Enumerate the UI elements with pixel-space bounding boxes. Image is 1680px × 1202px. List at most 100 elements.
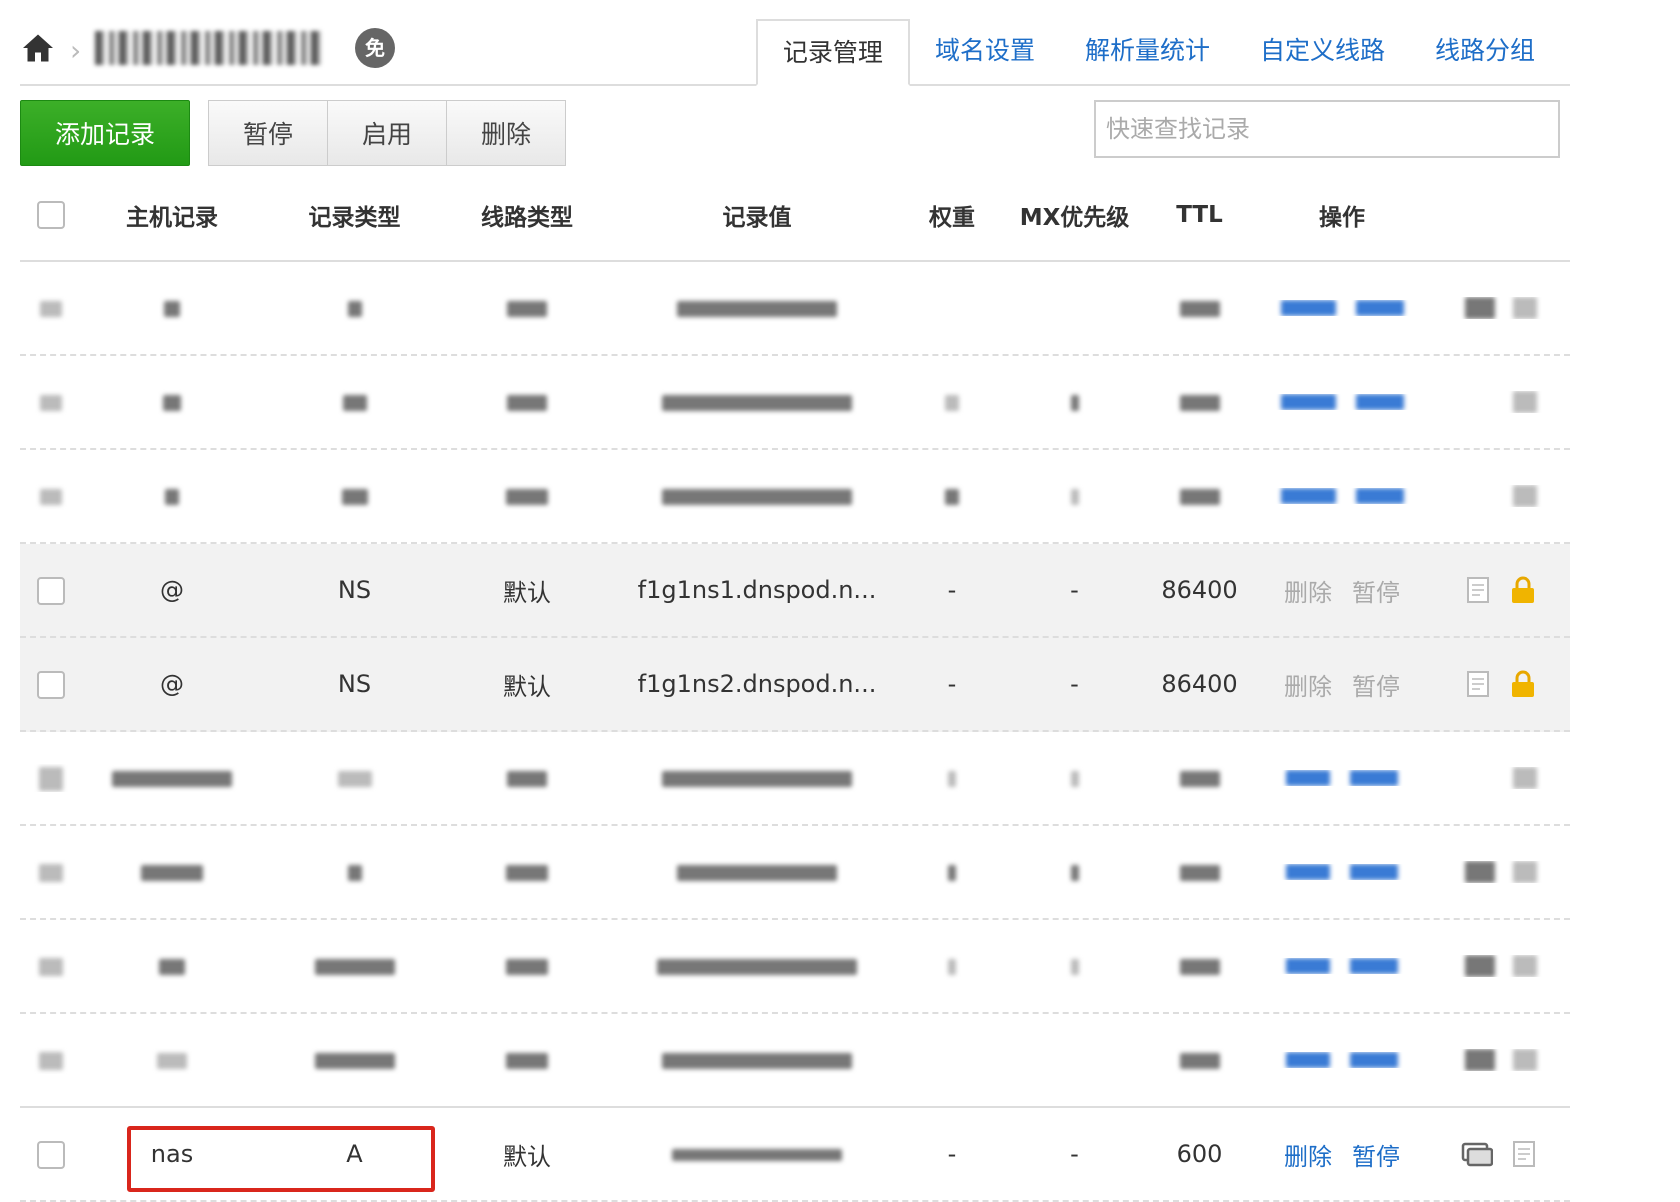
redacted-action[interactable] [1286, 864, 1330, 880]
redacted-text [677, 301, 837, 317]
tab-record-management[interactable]: 记录管理 [755, 19, 910, 86]
batch-action-group: 暂停 启用 删除 [208, 100, 566, 166]
redacted-action[interactable] [1350, 1052, 1398, 1068]
redacted-action[interactable] [1350, 958, 1398, 974]
redacted-icon[interactable] [1465, 297, 1495, 319]
redacted-text [948, 865, 956, 881]
home-icon[interactable] [20, 30, 56, 66]
table-row: @ NS 默认 f1g1ns1.dnspod.n... - - 86400 删除… [20, 544, 1570, 638]
col-mx-priority: MX优先级 [1019, 205, 1130, 231]
redacted-text [507, 301, 547, 317]
tab-line-groups[interactable]: 线路分组 [1410, 19, 1560, 86]
note-icon[interactable] [1465, 576, 1491, 604]
record-value-redacted [672, 1149, 842, 1161]
redacted-icon[interactable] [1513, 297, 1537, 319]
cell-weight: - [947, 1140, 957, 1168]
col-line-type: 线路类型 [481, 205, 573, 231]
cell-ttl: 600 [1176, 1140, 1223, 1168]
tab-resolution-stats[interactable]: 解析量统计 [1060, 19, 1235, 86]
row-checkbox[interactable] [37, 576, 65, 605]
cell-line: 默认 [503, 672, 551, 701]
row-checkbox[interactable] [37, 670, 65, 699]
redacted-icon[interactable] [1465, 955, 1495, 977]
redacted-text [1179, 301, 1220, 317]
redacted-text [1179, 489, 1220, 505]
domain-name-redacted [95, 31, 325, 65]
redacted-text [1070, 959, 1079, 975]
redacted-icon[interactable] [1513, 485, 1537, 507]
cell-line: 默认 [503, 578, 551, 607]
select-all-checkbox[interactable] [37, 201, 65, 229]
redacted-text [314, 1053, 395, 1069]
redacted-text [1070, 865, 1079, 881]
redacted-action[interactable] [1286, 770, 1330, 786]
monitor-icon[interactable] [1461, 1140, 1493, 1168]
toolbar: 添加记录 暂停 启用 删除 [20, 100, 1570, 170]
row-checkbox[interactable] [37, 1140, 65, 1169]
cell-weight: - [947, 576, 957, 604]
checkbox-redacted [39, 864, 63, 882]
cell-type: NS [337, 576, 372, 604]
note-icon[interactable] [1511, 1140, 1537, 1168]
col-weight: 权重 [929, 205, 975, 231]
redacted-text [1070, 395, 1079, 411]
redacted-icon[interactable] [1465, 861, 1495, 883]
cell-line: 默认 [503, 1142, 551, 1171]
redacted-text [1179, 1053, 1220, 1069]
table-row-redacted [20, 920, 1570, 1014]
redacted-text [1179, 865, 1220, 881]
redacted-text [342, 395, 367, 411]
breadcrumb-chevron-icon: › [70, 34, 82, 67]
redacted-action[interactable] [1355, 394, 1404, 410]
tab-domain-settings[interactable]: 域名设置 [910, 19, 1060, 86]
redacted-icon[interactable] [1513, 1049, 1537, 1071]
redacted-text [1179, 771, 1220, 787]
tab-bar: 记录管理 域名设置 解析量统计 自定义线路 线路分组 [755, 19, 1560, 86]
lock-icon [1512, 576, 1534, 603]
dns-record-panel: › 免 记录管理 域名设置 解析量统计 自定义线路 线路分组 添加记录 暂停 启… [20, 0, 1570, 1202]
redacted-action[interactable] [1280, 394, 1336, 410]
redacted-icon[interactable] [1513, 391, 1537, 413]
redacted-text [677, 865, 837, 881]
tab-custom-lines[interactable]: 自定义线路 [1235, 19, 1410, 86]
redacted-text [662, 771, 852, 787]
redacted-text [506, 865, 548, 881]
redacted-text [337, 771, 372, 787]
redacted-action[interactable] [1350, 770, 1398, 786]
redacted-text [948, 771, 956, 787]
top-bar: › 免 记录管理 域名设置 解析量统计 自定义线路 线路分组 [20, 0, 1570, 86]
checkbox-redacted [39, 1052, 63, 1070]
redacted-icon[interactable] [1465, 1049, 1495, 1071]
redacted-action[interactable] [1280, 488, 1336, 504]
lock-icon [1512, 670, 1534, 697]
pause-action[interactable]: 暂停 [1352, 1137, 1400, 1172]
cell-mx: - [1070, 670, 1079, 698]
redacted-text [157, 1053, 187, 1069]
delete-button[interactable]: 删除 [446, 100, 566, 166]
add-record-button[interactable]: 添加记录 [20, 100, 190, 166]
table-row-redacted [20, 1014, 1570, 1108]
pause-action: 暂停 [1352, 672, 1400, 701]
cell-value: f1g1ns2.dnspod.n... [637, 670, 877, 698]
delete-action[interactable]: 删除 [1284, 1137, 1332, 1172]
redacted-action[interactable] [1286, 958, 1330, 974]
note-icon[interactable] [1465, 670, 1491, 698]
table-row-redacted [20, 262, 1570, 356]
redacted-action[interactable] [1350, 864, 1398, 880]
redacted-action[interactable] [1286, 1052, 1330, 1068]
redacted-icon[interactable] [1513, 767, 1537, 789]
table-row: @ NS 默认 f1g1ns2.dnspod.n... - - 86400 删除… [20, 638, 1570, 732]
delete-action: 删除 [1284, 672, 1332, 701]
redacted-action[interactable] [1355, 300, 1404, 316]
redacted-text [141, 865, 203, 881]
cell-ttl: 86400 [1161, 670, 1238, 698]
enable-button[interactable]: 启用 [327, 100, 447, 166]
redacted-icon[interactable] [1513, 955, 1537, 977]
redacted-icon[interactable] [1513, 861, 1537, 883]
cell-host: @ [160, 576, 184, 604]
redacted-text [945, 489, 959, 505]
redacted-action[interactable] [1355, 488, 1404, 504]
pause-button[interactable]: 暂停 [208, 100, 328, 166]
search-input[interactable] [1094, 100, 1560, 158]
redacted-action[interactable] [1280, 300, 1336, 316]
